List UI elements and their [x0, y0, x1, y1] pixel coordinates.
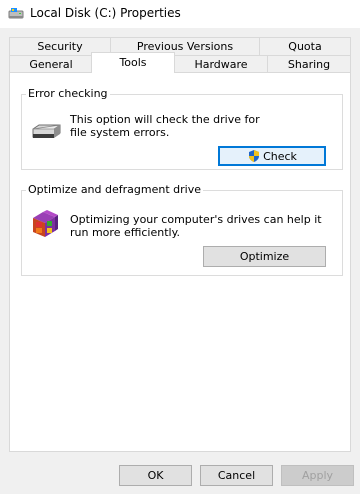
optimize-button-label: Optimize [239, 250, 290, 263]
tab-tools-label: Tools [119, 56, 147, 69]
check-button[interactable]: Check [218, 146, 326, 166]
window-title: Local Disk (C:) Properties [30, 6, 181, 20]
check-button-label: Check [263, 149, 297, 163]
apply-button[interactable]: Apply [281, 465, 354, 486]
tab-tools[interactable]: Tools [91, 52, 175, 73]
cancel-button[interactable]: Cancel [200, 465, 273, 486]
title-bar: Local Disk (C:) Properties [0, 0, 360, 28]
drive-icon [8, 7, 24, 21]
cancel-button-label: Cancel [217, 469, 256, 482]
tab-sharing-label: Sharing [287, 58, 331, 71]
uac-shield-icon [247, 149, 261, 163]
optimize-group: Optimize and defragment drive Optimizing… [21, 183, 343, 276]
error-checking-description: This option will check the drive for fil… [70, 113, 260, 139]
optimize-button[interactable]: Optimize [203, 246, 326, 267]
optimize-title: Optimize and defragment drive [26, 183, 203, 197]
defrag-icon [30, 208, 62, 240]
tab-security-label: Security [37, 40, 83, 53]
hard-drive-icon [31, 124, 61, 140]
error-checking-group: Error checking This option will check th… [21, 87, 343, 170]
error-checking-title: Error checking [26, 87, 110, 101]
ok-button[interactable]: OK [119, 465, 192, 486]
tab-quota-label: Quota [288, 40, 322, 53]
tools-tab-panel: Error checking This option will check th… [9, 72, 351, 452]
tab-quota[interactable]: Quota [259, 37, 351, 56]
tab-general-label: General [29, 58, 73, 71]
tab-hardware-label: Hardware [194, 58, 248, 71]
optimize-description: Optimizing your computer's drives can he… [70, 213, 322, 239]
apply-button-label: Apply [301, 469, 334, 482]
ok-button-label: OK [147, 469, 164, 482]
